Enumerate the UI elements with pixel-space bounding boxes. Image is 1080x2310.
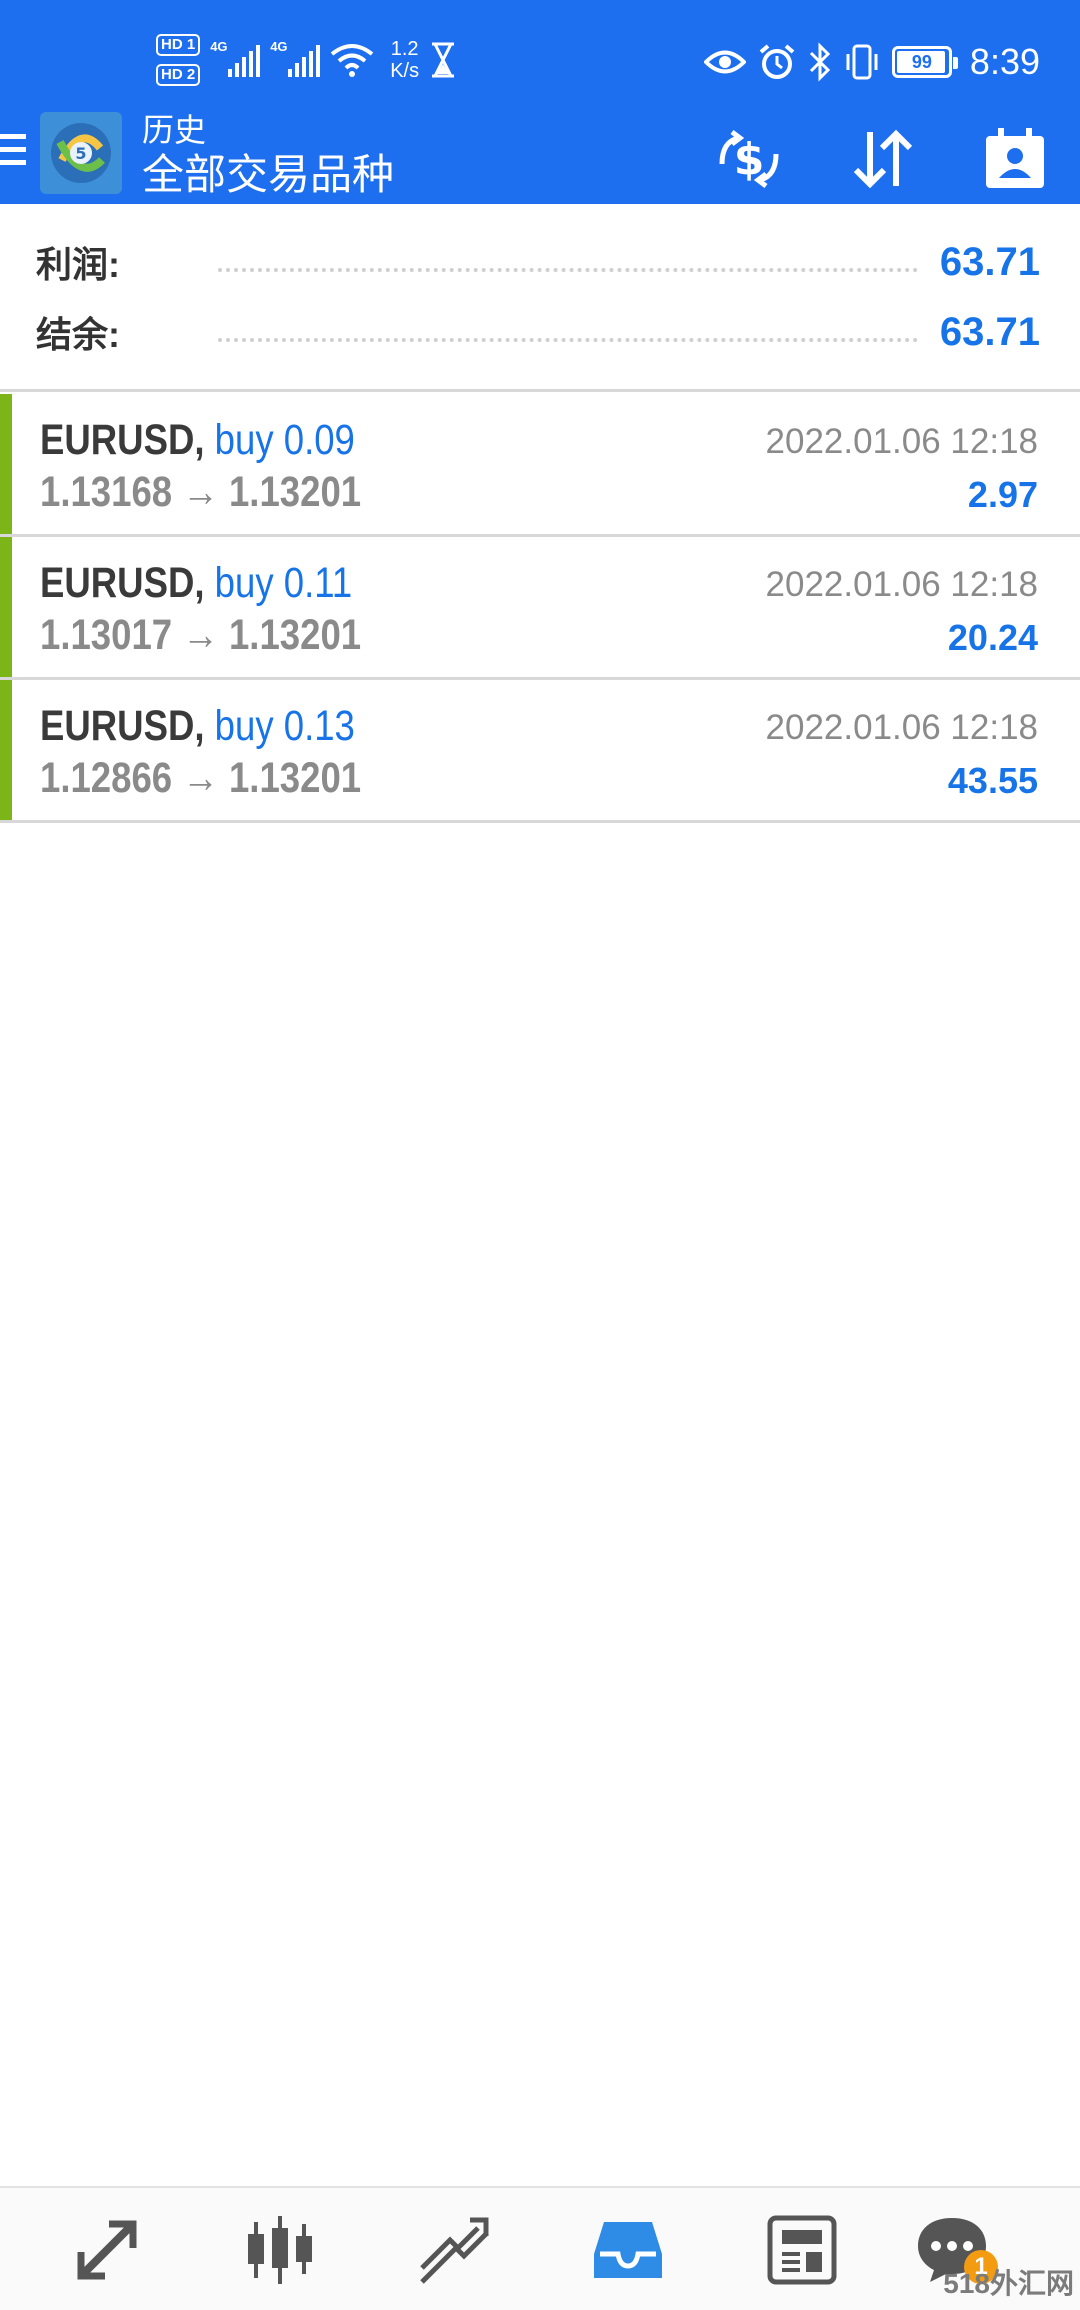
deal-profit: 20.24 [947, 617, 1038, 658]
metatrader-logo[interactable]: 5 [40, 112, 122, 194]
status-right: 99 8:39 [703, 34, 1040, 90]
signal-icon-2: 4G [270, 39, 321, 77]
deal-title: EURUSD, buy 0.11 [40, 559, 352, 608]
deal-prices: 1.13017 → 1.13201 [40, 611, 362, 659]
deal-profit: 2.97 [967, 474, 1038, 515]
speed-value: 1.2 [390, 38, 419, 60]
sim-indicators: HD 1 HD 2 [156, 34, 201, 86]
title-block[interactable]: 历史 全部交易品种 [142, 110, 394, 200]
news-icon[interactable] [764, 2212, 840, 2288]
buy-accent-bar [0, 537, 12, 677]
status-bar: HD 1 HD 2 4G 4G 1.2 K/s 99 8:39 [0, 0, 1080, 118]
deal-symbol: EURUSD, [40, 559, 205, 607]
sort-icon[interactable] [848, 124, 918, 194]
deal-profit: 43.55 [947, 760, 1038, 801]
calendar-person-icon[interactable] [980, 124, 1050, 194]
deal-time: 2022.01.06 12:18 [765, 565, 1038, 604]
hourglass-icon [432, 42, 455, 78]
history-icon[interactable] [590, 2212, 666, 2288]
bottom-navigation: 1 518外汇网 [0, 2186, 1080, 2310]
dot-leader [218, 268, 918, 272]
network-type-2: 4G [270, 39, 288, 54]
toolbar: 5 历史 全部交易品种 $ [0, 110, 1080, 204]
balance-value: 63.71 [939, 309, 1040, 354]
deal-prices: 1.12866 → 1.13201 [40, 754, 362, 802]
wifi-icon [330, 44, 374, 77]
buy-accent-bar [0, 680, 12, 820]
page-title: 全部交易品种 [142, 151, 395, 198]
summary-section: 利润: 63.71 结余: 63.71 [0, 204, 1080, 392]
deal-title: EURUSD, buy 0.13 [40, 702, 355, 751]
battery-icon: 99 [891, 46, 958, 78]
alarm-icon [759, 44, 795, 79]
menu-icon[interactable] [0, 134, 26, 174]
deal-row[interactable]: EURUSD, buy 0.11 1.13017 → 1.13201 2022.… [0, 537, 1080, 680]
deal-side-volume: buy 0.11 [214, 559, 353, 607]
deal-title: EURUSD, buy 0.09 [40, 416, 355, 465]
vibrate-icon [846, 44, 878, 80]
watermark: 518外汇网 [943, 2268, 1074, 2299]
chart-icon[interactable] [242, 2212, 318, 2288]
deal-side-volume: buy 0.13 [214, 702, 355, 750]
currency-exchange-icon[interactable]: $ [714, 124, 784, 194]
dot-leader [218, 338, 918, 342]
sim1-badge: HD 1 [156, 34, 201, 56]
bluetooth-icon [809, 42, 831, 82]
status-clock: 8:39 [969, 41, 1040, 82]
trade-icon[interactable] [416, 2212, 492, 2288]
svg-text:5: 5 [75, 144, 86, 163]
deal-row[interactable]: EURUSD, buy 0.09 1.13168 → 1.13201 2022.… [0, 394, 1080, 537]
eye-icon [703, 50, 746, 74]
deal-time: 2022.01.06 12:18 [765, 422, 1038, 461]
signal-icon-1: 4G [210, 39, 261, 77]
sim2-badge: HD 2 [156, 64, 201, 86]
deal-symbol: EURUSD, [40, 702, 205, 750]
quotes-icon[interactable] [69, 2212, 145, 2288]
speed-unit: K/s [390, 60, 420, 82]
deal-prices: 1.13168 → 1.13201 [40, 468, 362, 516]
page-subtitle: 历史 [142, 112, 207, 148]
buy-accent-bar [0, 394, 12, 534]
app-bar: HD 1 HD 2 4G 4G 1.2 K/s 99 8:39 5 历史 全部交… [0, 0, 1080, 204]
balance-row: 结余: 63.71 [36, 302, 1040, 362]
profit-value: 63.71 [939, 239, 1040, 284]
network-type-1: 4G [210, 39, 228, 54]
profit-row: 利润: 63.71 [36, 232, 1040, 292]
balance-label: 结余: [36, 314, 120, 355]
battery-level: 99 [911, 51, 932, 72]
deal-time: 2022.01.06 12:18 [765, 708, 1038, 747]
status-left: HD 1 HD 2 4G 4G 1.2 K/s [156, 28, 457, 92]
deal-side-volume: buy 0.09 [214, 416, 355, 464]
deal-symbol: EURUSD, [40, 416, 205, 464]
network-speed: 1.2 K/s [390, 38, 419, 82]
deal-row[interactable]: EURUSD, buy 0.13 1.12866 → 1.13201 2022.… [0, 680, 1080, 823]
profit-label: 利润: [36, 244, 120, 285]
